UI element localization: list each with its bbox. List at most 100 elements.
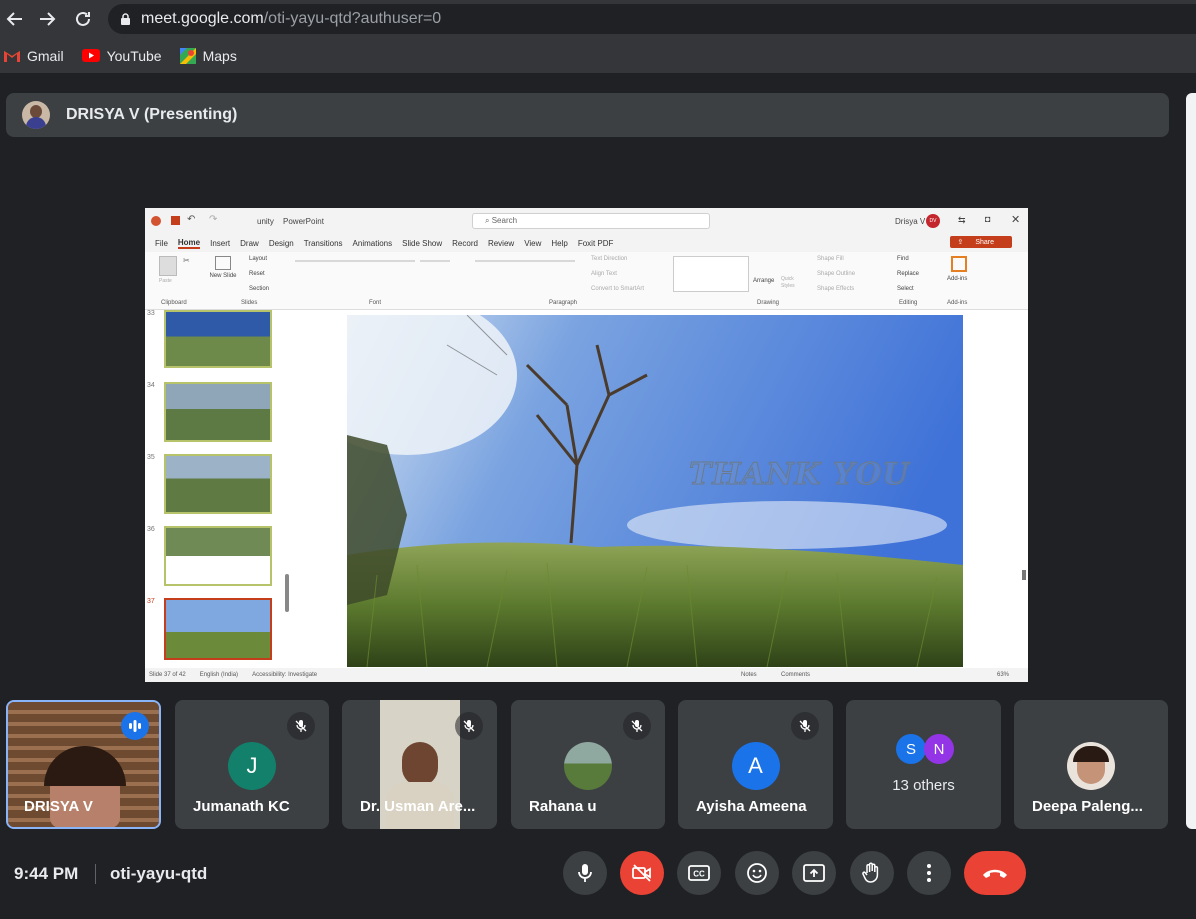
- ppt-tab: Help: [551, 238, 568, 248]
- shared-screen: ↶ ↷ unity PowerPoint ⌕ Search Drisya V D…: [145, 208, 1028, 682]
- others-tile[interactable]: S N 13 others: [846, 700, 1001, 829]
- ppt-file-name: unity: [257, 217, 274, 226]
- mic-off-icon: [455, 712, 483, 740]
- participant-avatar: [1067, 742, 1115, 790]
- ppt-section-label: Section: [249, 286, 270, 292]
- participant-tile[interactable]: Rahana u: [511, 700, 665, 829]
- ppt-reset-label: Reset: [249, 271, 265, 277]
- participant-name: Rahana u: [529, 798, 597, 815]
- bookmark-label: YouTube: [106, 47, 162, 64]
- ppt-tab: Foxit PDF: [577, 238, 614, 248]
- participant-avatar: [564, 742, 612, 790]
- ribbon-group-label: Editing: [899, 300, 918, 306]
- presenter-avatar: [22, 101, 50, 129]
- divider: [95, 864, 96, 884]
- avatar-initial: N: [933, 740, 945, 758]
- ppt-layout-label: Layout: [249, 256, 268, 262]
- lock-icon: [120, 12, 131, 26]
- meeting-controls-bar: 9:44 PM oti-yayu-qtd CC: [0, 840, 1196, 919]
- ppt-tab: Insert: [210, 238, 231, 248]
- ppt-shape-outline-label: Shape Outline: [817, 271, 856, 277]
- meeting-code: oti-yayu-qtd: [110, 864, 208, 883]
- participant-tile[interactable]: Dr. Usman Are...: [342, 700, 497, 829]
- ppt-search-box: ⌕ Search: [472, 213, 710, 229]
- reload-icon[interactable]: [68, 4, 98, 34]
- avatar-initial: A: [748, 753, 763, 778]
- search-icon: ⌕: [485, 216, 492, 225]
- ppt-ribbon: Paste ✂ New Slide Layout Reset Section T…: [145, 252, 1028, 310]
- ppt-tab: Animations: [352, 238, 393, 248]
- thumb-number: 37: [147, 598, 155, 605]
- bookmark-gmail[interactable]: Gmail: [4, 48, 64, 64]
- slide-scrollbar: [1022, 570, 1026, 580]
- more-options-button[interactable]: [907, 851, 951, 895]
- captions-button[interactable]: CC: [677, 851, 721, 895]
- end-call-button[interactable]: [964, 851, 1026, 895]
- ppt-shape-effects-label: Shape Effects: [817, 286, 855, 292]
- raise-hand-button[interactable]: [850, 851, 894, 895]
- side-panel-edge: [1186, 93, 1196, 829]
- captions-icon: CC: [688, 865, 710, 881]
- ppt-close-icon: ✕: [1011, 214, 1021, 226]
- participant-tile[interactable]: Deepa Paleng...: [1014, 700, 1168, 829]
- ppt-tab: Review: [487, 238, 515, 248]
- address-bar[interactable]: meet.google.com/oti-yayu-qtd?authuser=0: [108, 4, 1196, 34]
- participant-name: Ayisha Ameena: [696, 798, 807, 815]
- participant-tile-self[interactable]: DRISYA V: [6, 700, 161, 829]
- ppt-tab-active: Home: [177, 237, 201, 249]
- ribbon-group-label: Add-ins: [947, 300, 968, 306]
- url-host: meet.google.com: [141, 10, 264, 27]
- new-slide-icon: [215, 256, 231, 270]
- bookmark-youtube[interactable]: YouTube: [81, 47, 162, 64]
- add-ins-icon: [951, 256, 967, 272]
- ppt-quick-styles-label: Quick Styles: [781, 276, 795, 289]
- presenter-bar: DRISYA V (Presenting): [6, 93, 1169, 137]
- avatar-initial: J: [246, 753, 258, 778]
- bookmark-label: Gmail: [27, 47, 64, 64]
- slide-thumbnail: [164, 382, 272, 442]
- ribbon-group-label: Font: [369, 300, 382, 306]
- ppt-tab: View: [524, 238, 542, 248]
- participant-name: DRISYA V: [24, 798, 93, 815]
- participant-tile[interactable]: A Ayisha Ameena: [678, 700, 833, 829]
- thumb-number: 33: [147, 310, 155, 317]
- present-icon: [803, 864, 825, 882]
- bookmark-maps[interactable]: Maps: [179, 47, 237, 64]
- ppt-share-button: ⇪ Share: [949, 236, 1012, 248]
- others-avatar: S: [896, 734, 926, 764]
- ppt-tab: Slide Show: [402, 238, 443, 248]
- ppt-text-direction-label: Text Direction: [591, 256, 628, 262]
- participant-tile[interactable]: J Jumanath KC: [175, 700, 329, 829]
- status-comments: Comments: [781, 672, 811, 678]
- back-icon[interactable]: [0, 4, 30, 34]
- size-box: [420, 260, 450, 262]
- mic-off-icon: [287, 712, 315, 740]
- ppt-find-label: Find: [897, 256, 909, 262]
- status-notes: Notes: [741, 672, 757, 678]
- browser-toolbar: meet.google.com/oti-yayu-qtd?authuser=0: [0, 0, 1196, 38]
- mic-button[interactable]: [563, 851, 607, 895]
- ribbon-group-label: Drawing: [757, 300, 780, 306]
- slide-thumbnails: 33 34 35 36 37: [145, 310, 293, 668]
- svg-text:CC: CC: [693, 870, 705, 879]
- forward-icon[interactable]: [32, 4, 62, 34]
- end-call-icon: [983, 869, 1007, 878]
- present-button[interactable]: [792, 851, 836, 895]
- camera-button[interactable]: [620, 851, 664, 895]
- maps-icon: [179, 47, 196, 64]
- ppt-replace-label: Replace: [897, 271, 920, 277]
- ppt-user-name: Drisya V: [895, 217, 926, 226]
- ribbon-group-label: Slides: [241, 300, 258, 306]
- redo-icon: ↷: [209, 214, 218, 225]
- ppt-tab: File: [155, 238, 168, 248]
- youtube-icon: [81, 49, 100, 62]
- camera-off-icon: [632, 864, 651, 882]
- status-zoom: 63%: [997, 672, 1010, 678]
- mic-icon: [578, 864, 592, 882]
- ppt-user-initials: DV: [929, 218, 937, 224]
- ppt-minimize-icon: ⇆: [958, 215, 966, 225]
- bookmarks-bar: Gmail YouTube Maps: [0, 38, 1196, 74]
- reactions-button[interactable]: [735, 851, 779, 895]
- main-slide: THANK YOU: [347, 315, 963, 667]
- slide-thumbnail: [164, 454, 272, 514]
